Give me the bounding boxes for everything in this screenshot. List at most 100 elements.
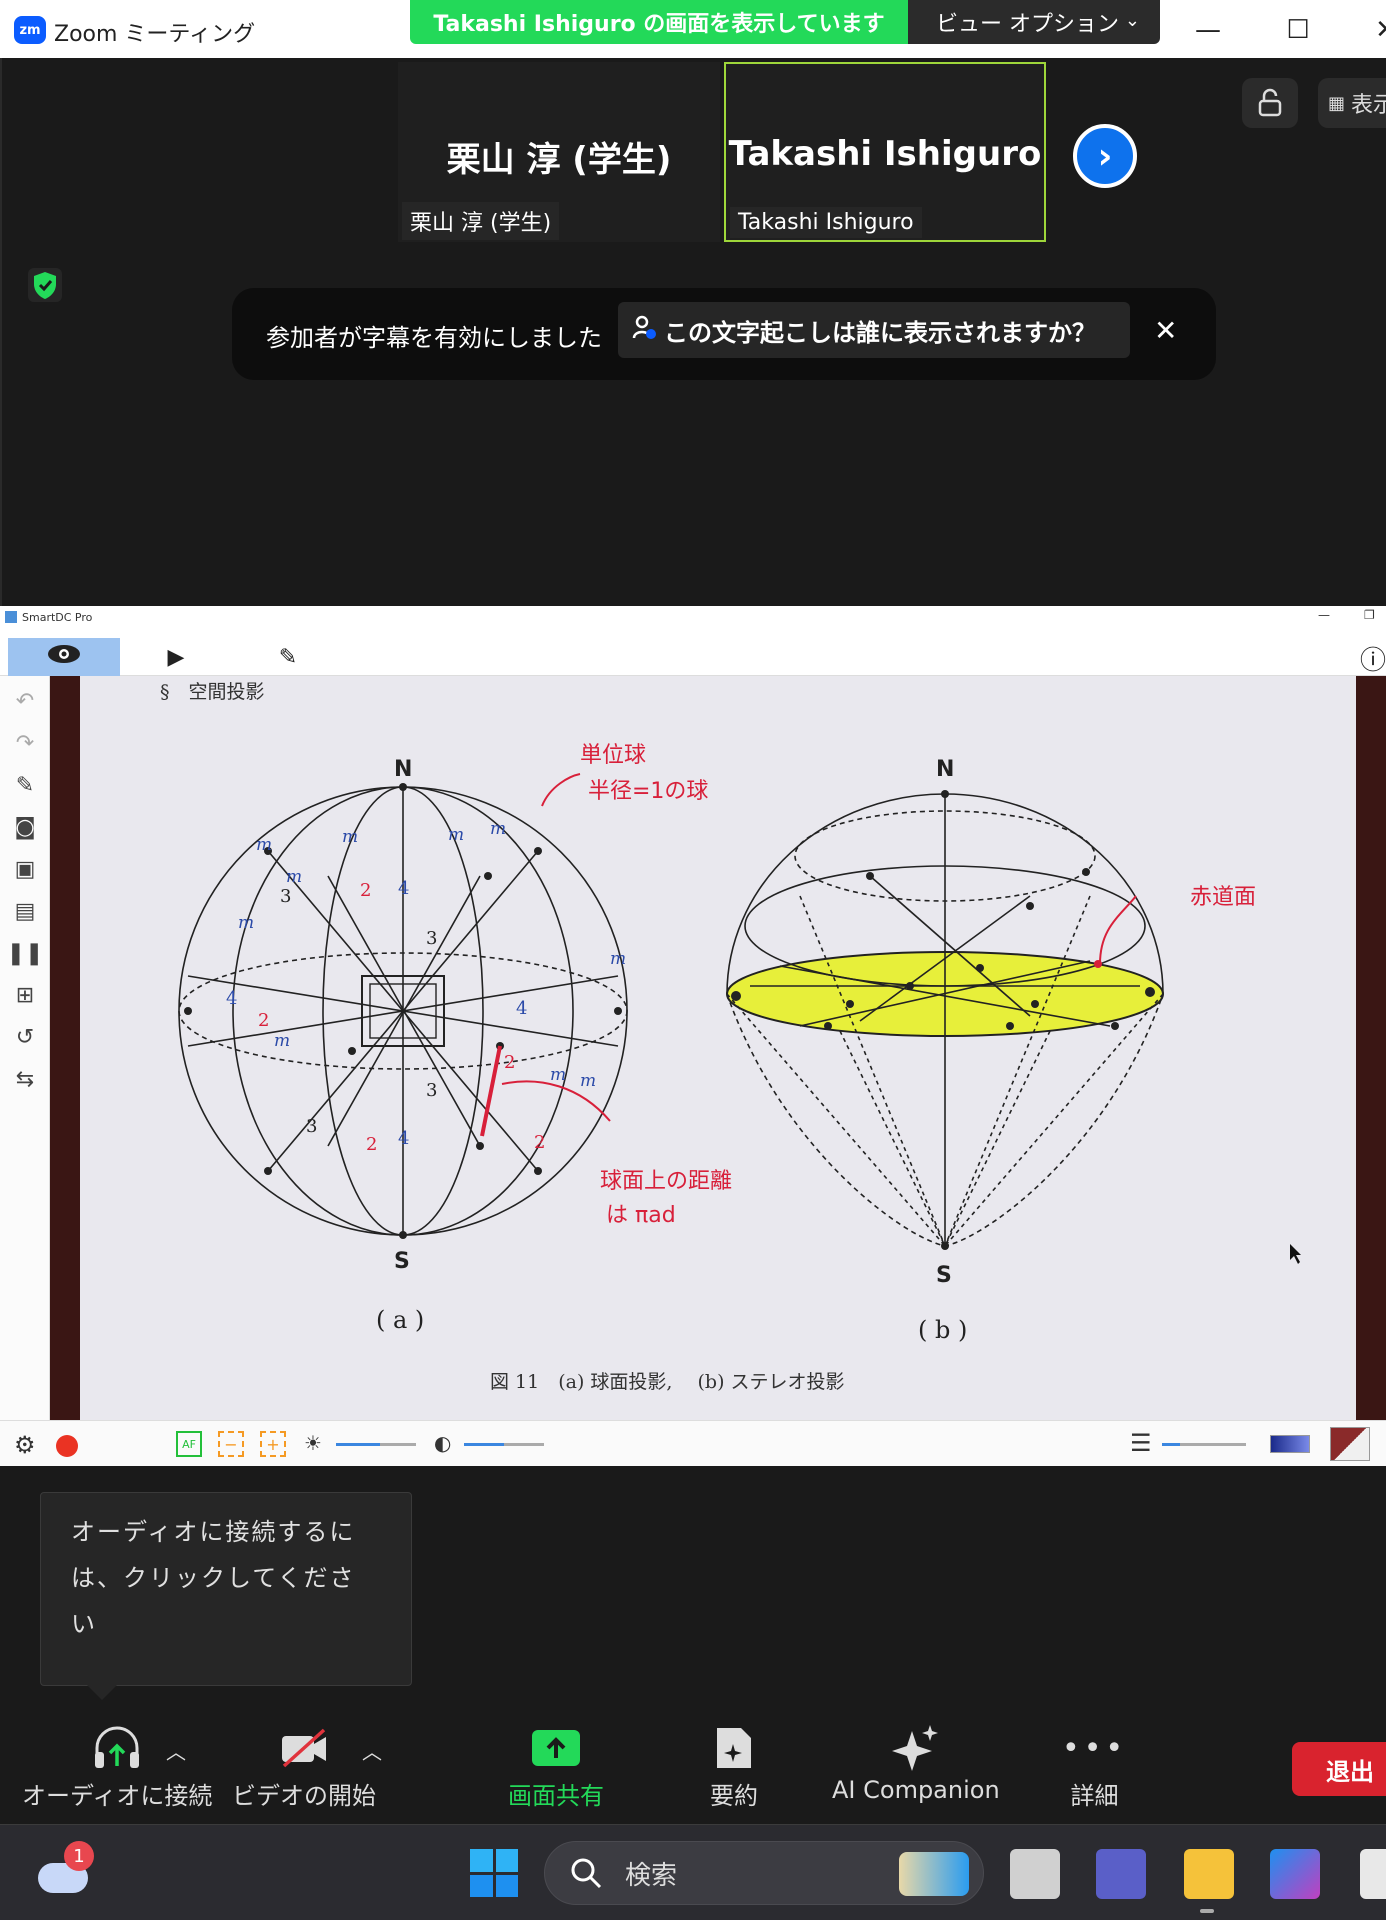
security-shield-icon[interactable]: [28, 268, 62, 302]
smartdc-app-icon: [5, 611, 17, 623]
copilot-icon[interactable]: [1270, 1849, 1320, 1899]
svg-text:m: m: [256, 835, 272, 855]
svg-text:m: m: [238, 913, 254, 933]
camera-icon[interactable]: ◙: [12, 814, 38, 840]
svg-text:2: 2: [534, 1132, 545, 1153]
smartdc-restore-button[interactable]: ❐: [1364, 608, 1375, 622]
taskbar-search-box[interactable]: 検索: [544, 1841, 984, 1905]
join-audio-button[interactable]: オーディオに接続: [22, 1720, 212, 1820]
next-page-button[interactable]: ›: [1073, 124, 1137, 188]
grid-capture-icon[interactable]: ⊞: [12, 982, 38, 1008]
settings-gear-icon[interactable]: ⚙: [14, 1431, 36, 1459]
start-video-button[interactable]: ビデオの開始: [232, 1720, 376, 1820]
grid-icon: ▦: [1328, 92, 1346, 114]
participant-name-label: Takashi Ishiguro: [730, 207, 922, 238]
audio-options-caret-icon[interactable]: ︿: [166, 1736, 186, 1765]
info-icon[interactable]: ⓘ: [1360, 640, 1386, 677]
video-options-caret-icon[interactable]: ︿: [362, 1736, 382, 1765]
ai-companion-button[interactable]: AI Companion: [832, 1720, 1000, 1820]
record-button[interactable]: [56, 1435, 78, 1457]
maximize-button[interactable]: ☐: [1278, 10, 1318, 50]
share-screen-button[interactable]: 画面共有: [508, 1720, 604, 1820]
participant-tile-ishiguro[interactable]: Takashi Ishiguro Takashi Ishiguro: [724, 62, 1046, 242]
svg-text:m: m: [342, 827, 358, 847]
caption-notice-text: 参加者が字幕を有効にしました: [266, 324, 602, 352]
video-off-icon: [278, 1720, 330, 1776]
person-icon: [632, 314, 656, 346]
lock-icon[interactable]: [1242, 78, 1298, 128]
contrast-slider[interactable]: [464, 1443, 544, 1446]
close-caption-notice-button[interactable]: ✕: [1154, 314, 1177, 347]
leave-meeting-button[interactable]: 退出: [1292, 1742, 1386, 1796]
flip-icon[interactable]: ⇆: [12, 1066, 38, 1092]
figure-a: [178, 786, 628, 1236]
annotate-mode-tab[interactable]: ✎: [232, 638, 344, 676]
textbook-page: § 空間投影 N S (a) m m m m m m m m m m 3 2…: [80, 676, 1356, 1420]
redo-icon[interactable]: ↷: [12, 730, 38, 756]
caption-visibility-link[interactable]: この文字起こしは誰に表示されますか？: [618, 302, 1130, 358]
view-layout-label: 表示: [1351, 93, 1386, 118]
caption-visibility-label: この文字起こしは誰に表示されますか？: [664, 318, 1096, 347]
minimize-button[interactable]: —: [1188, 10, 1228, 50]
tooltip-pointer: [86, 1684, 118, 1700]
image-capture-icon[interactable]: ▣: [12, 856, 38, 882]
color-swatch-icon[interactable]: [1330, 1427, 1370, 1461]
svg-text:3: 3: [426, 928, 437, 949]
smartdc-toolbar: ▶ ✎ ⓘ: [0, 630, 1386, 676]
audio-connect-tooltip: オーディオに接続するには、クリックしてください: [40, 1492, 412, 1686]
svg-text:N: N: [394, 757, 412, 782]
summary-label: 要約: [710, 1782, 758, 1810]
svg-text:N: N: [936, 757, 954, 782]
task-view-icon[interactable]: [1010, 1849, 1060, 1899]
edit-icon[interactable]: ✎: [12, 772, 38, 798]
more-label: 詳細: [1070, 1782, 1119, 1810]
participant-tile-kuriyama[interactable]: 栗山 淳 (学生) 栗山 淳 (学生): [398, 62, 720, 242]
zoom-in-icon[interactable]: +: [260, 1431, 286, 1457]
size-slider[interactable]: [1162, 1443, 1246, 1446]
rotate-icon[interactable]: ↺: [12, 1024, 38, 1050]
more-button[interactable]: ••• 詳細: [1062, 1720, 1127, 1820]
zoom-out-icon[interactable]: −: [218, 1431, 244, 1457]
pause-icon[interactable]: ❚❚: [7, 940, 44, 966]
participant-name-large: Takashi Ishiguro: [728, 134, 1042, 174]
document-sparkle-icon: [713, 1720, 755, 1776]
play-mode-tab[interactable]: ▶: [120, 638, 232, 676]
store-icon[interactable]: [1360, 1849, 1386, 1899]
windows-taskbar: 1 検索: [0, 1824, 1386, 1920]
more-dots-icon: •••: [1062, 1730, 1128, 1766]
search-icon: [569, 1856, 603, 1897]
contrast-icon: ◐: [434, 1431, 452, 1455]
svg-text:m: m: [610, 949, 626, 969]
undo-icon[interactable]: ↶: [12, 688, 38, 714]
participant-name-label: 栗山 淳 (学生): [402, 202, 560, 240]
view-mode-tab[interactable]: [8, 638, 120, 676]
svg-text:4: 4: [398, 878, 409, 899]
brightness-slider[interactable]: [336, 1443, 416, 1446]
summary-button[interactable]: 要約: [710, 1720, 758, 1820]
page-header: § 空間投影: [160, 681, 265, 703]
color-mode-icon[interactable]: [1270, 1435, 1310, 1453]
view-options-button[interactable]: ビュー オプション ⌄: [908, 0, 1160, 44]
svg-text:2: 2: [258, 1010, 269, 1031]
notification-badge: 1: [64, 1841, 94, 1871]
svg-text:S: S: [394, 1249, 410, 1274]
svg-text:球面上の距離: 球面上の距離: [600, 1169, 732, 1194]
list-icon[interactable]: ☰: [1130, 1429, 1152, 1457]
view-layout-button[interactable]: ▦ 表示: [1318, 78, 1386, 128]
svg-text:2: 2: [360, 880, 371, 901]
eye-icon: [47, 644, 81, 670]
figure-a-label: ( a ): [376, 1306, 424, 1334]
smartdc-title-bar: SmartDC Pro — ❐: [0, 606, 1386, 630]
smartdc-bottom-bar: ⚙ AF − + ☀ ◐ ☰: [0, 1420, 1386, 1466]
svg-text:4: 4: [398, 1128, 409, 1149]
smartdc-minimize-button[interactable]: —: [1318, 608, 1330, 622]
svg-text:m: m: [448, 825, 464, 845]
autofocus-icon[interactable]: AF: [176, 1431, 202, 1457]
image-save-icon[interactable]: ▤: [12, 898, 38, 924]
file-explorer-icon[interactable]: [1184, 1849, 1234, 1899]
caption-notice-bar: 参加者が字幕を有効にしました この文字起こしは誰に表示されますか？ ✕: [232, 288, 1216, 380]
svg-text:は πad: は πad: [606, 1203, 676, 1228]
close-window-button[interactable]: ✕: [1366, 10, 1386, 50]
windows-start-icon[interactable]: [470, 1849, 518, 1897]
teams-icon[interactable]: [1096, 1849, 1146, 1899]
